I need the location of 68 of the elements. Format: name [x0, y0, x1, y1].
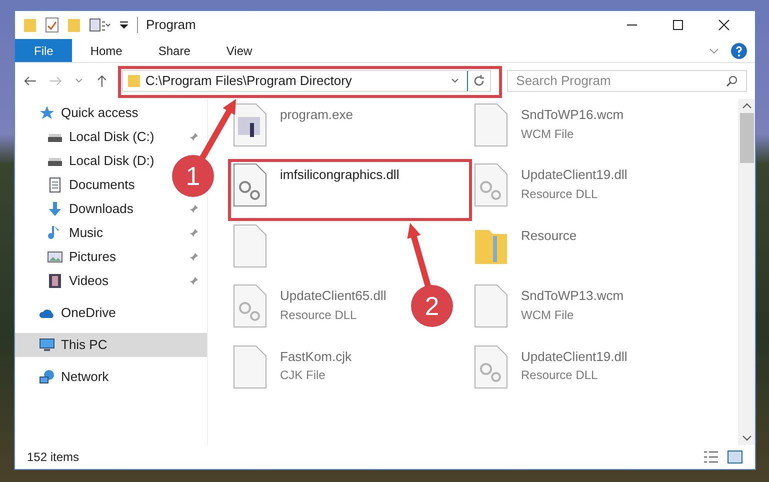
- chevron-down-icon[interactable]: [451, 77, 460, 85]
- search-input[interactable]: Search Program: [516, 71, 726, 91]
- gear-file-icon: [232, 163, 268, 208]
- help-icon[interactable]: [731, 42, 747, 58]
- ribbon-tab[interactable]: File: [15, 39, 72, 62]
- search-field[interactable]: Search Program: [507, 70, 748, 92]
- file-item[interactable]: SndToWP13.wcm WCM File: [473, 284, 624, 328]
- details-view-icon[interactable]: [703, 450, 719, 464]
- scrollbar[interactable]: [738, 99, 755, 445]
- file-item[interactable]: SndToWP16.wcm WCM File: [473, 103, 624, 147]
- ribbon-tab[interactable]: Home: [76, 39, 136, 62]
- program-file-icon: [232, 103, 268, 147]
- folder-icon: [23, 17, 37, 33]
- search-icon[interactable]: [726, 75, 738, 87]
- sidebar-item[interactable]: Pictures: [47, 247, 116, 267]
- address-path: C:\Program Files\Program Directory: [145, 72, 352, 90]
- gear-file-icon: [473, 344, 509, 389]
- file-icon: [232, 224, 268, 268]
- window-title: Program: [146, 16, 196, 34]
- file-icon: [473, 284, 509, 328]
- large-icons-view-icon[interactable]: [727, 450, 743, 464]
- file-icon: [473, 103, 509, 147]
- file-item[interactable]: UpdateClient65.dll Resource DLL: [232, 284, 386, 328]
- sidebar-item[interactable]: Downloads: [47, 199, 134, 219]
- file-item[interactable]: UpdateClient19.dll Resource DLL: [473, 344, 628, 389]
- pin-icon[interactable]: [189, 132, 199, 142]
- back-arrow-icon[interactable]: [23, 74, 37, 88]
- ribbon-tab[interactable]: Share: [144, 39, 204, 62]
- sidebar-item[interactable]: Network: [39, 367, 109, 387]
- sidebar-item[interactable]: Local Disk (D:): [47, 151, 154, 171]
- scrollbar-thumb[interactable]: [740, 113, 754, 163]
- checklist-icon[interactable]: [45, 17, 59, 33]
- file-item[interactable]: imfsilicongraphics.dll: [232, 163, 400, 208]
- sidebar-item[interactable]: Local Disk (C:): [47, 127, 154, 147]
- pin-icon[interactable]: [189, 252, 199, 262]
- file-item[interactable]: FastKom.cjk CJK File: [232, 344, 352, 389]
- folder-icon: [127, 74, 142, 88]
- sidebar-item[interactable]: Quick access: [39, 103, 138, 123]
- chevron-down-icon[interactable]: [74, 77, 83, 85]
- chevron-down-icon[interactable]: [709, 46, 719, 56]
- network-icon: [39, 369, 55, 385]
- gear-file-icon: [473, 163, 509, 208]
- item-count: 152 items: [27, 449, 80, 466]
- sidebar-item[interactable]: OneDrive: [39, 303, 116, 323]
- picture-icon: [47, 249, 63, 265]
- properties-icon[interactable]: [89, 17, 111, 33]
- sidebar-item[interactable]: Music: [47, 223, 103, 243]
- sidebar-item[interactable]: This PC: [39, 335, 108, 355]
- film-icon: [47, 273, 63, 289]
- gear-file-icon: [232, 284, 268, 328]
- file-item[interactable]: Resource: [473, 224, 577, 268]
- ribbon-tab[interactable]: View: [212, 39, 266, 62]
- star-icon: [39, 105, 55, 121]
- monitor-icon: [39, 337, 55, 353]
- file-item[interactable]: UpdateClient19.dll Resource DLL: [473, 163, 628, 208]
- sidebar-item[interactable]: Videos: [47, 271, 109, 291]
- pin-icon[interactable]: [189, 204, 199, 214]
- file-item[interactable]: program.exe: [232, 103, 353, 147]
- sidebar-item[interactable]: Documents: [47, 175, 135, 195]
- up-arrow-icon[interactable]: [94, 74, 108, 88]
- refresh-icon[interactable]: [472, 74, 486, 88]
- document-icon: [47, 177, 63, 193]
- callout-arrow: [407, 223, 431, 287]
- download-arrow-icon: [47, 201, 63, 217]
- file-icon: [232, 344, 268, 389]
- pin-icon[interactable]: [189, 228, 199, 238]
- pin-icon[interactable]: [189, 276, 199, 286]
- address-bar[interactable]: C:\Program Files\Program Directory: [122, 70, 492, 92]
